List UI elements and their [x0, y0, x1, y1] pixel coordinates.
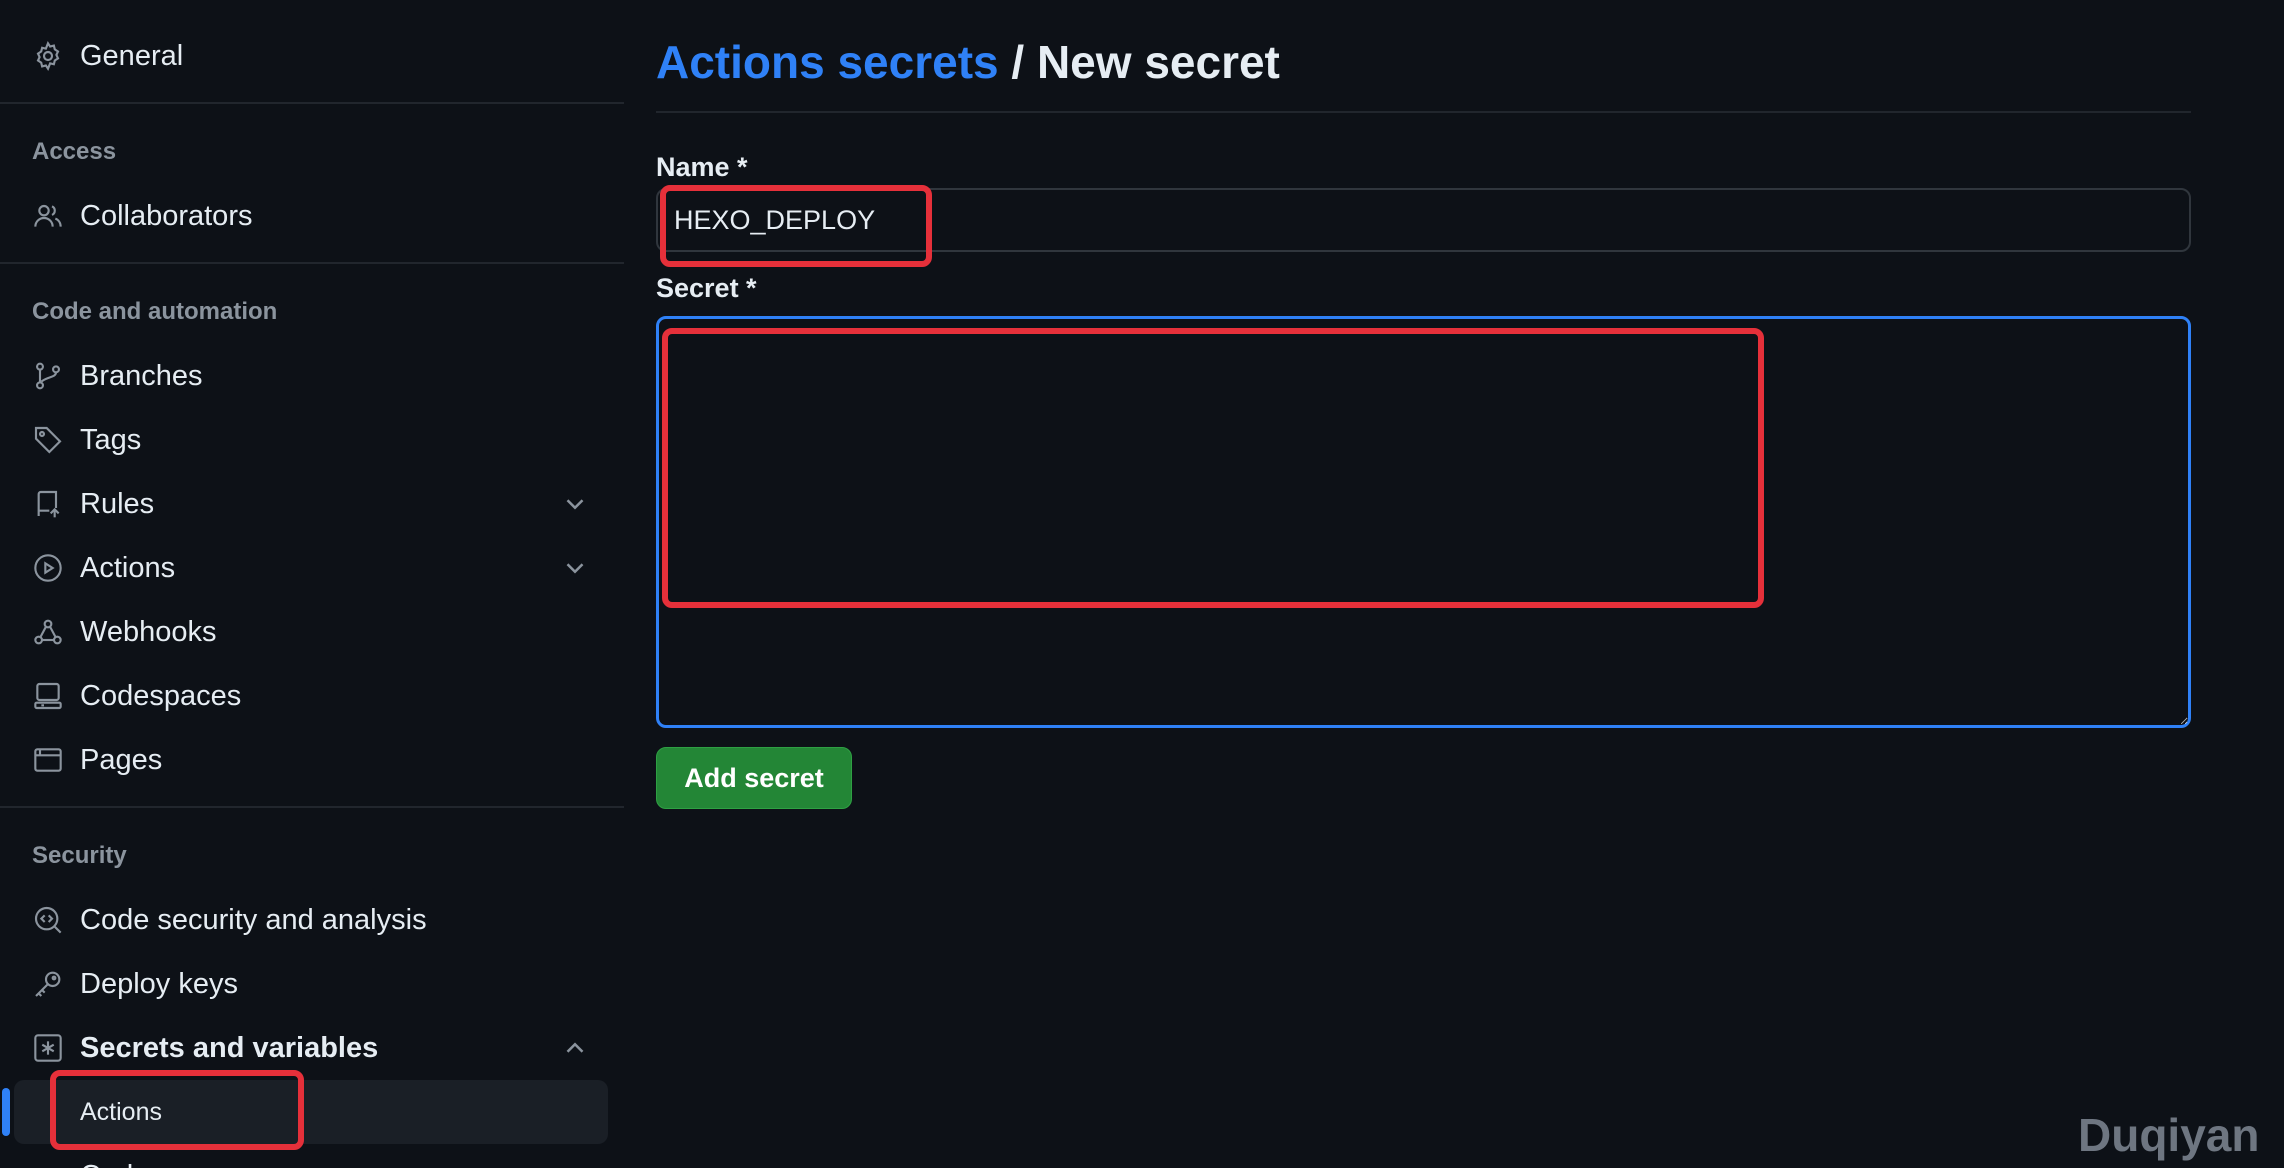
sidebar-item-label: Code security and analysis	[80, 903, 427, 936]
subnav-item-codespaces[interactable]: Codespaces	[80, 1160, 241, 1168]
main-content: Actions secrets / New secret Name * Secr…	[656, 0, 2196, 1168]
repo-push-icon	[31, 487, 65, 521]
sidebar-item-code-security[interactable]: Code security and analysis	[0, 894, 624, 946]
add-secret-button[interactable]: Add secret	[656, 747, 852, 809]
sidebar-item-general[interactable]: General	[0, 30, 624, 82]
sidebar-item-label: Webhooks	[80, 615, 217, 648]
chevron-down-icon[interactable]	[560, 489, 590, 519]
play-circle-icon	[31, 551, 65, 585]
page: General Access Collaborators Code and au…	[0, 0, 2284, 1168]
sidebar-item-deploy-keys[interactable]: Deploy keys	[0, 958, 624, 1010]
sidebar-item-label: Actions	[80, 551, 176, 584]
sidebar-item-label: Tags	[80, 423, 142, 456]
sidebar-divider	[0, 102, 624, 104]
codescan-icon	[31, 903, 65, 937]
gear-icon	[31, 39, 65, 73]
sidebar-item-label: Collaborators	[80, 199, 253, 232]
watermark: Duqiyan	[2078, 1109, 2260, 1161]
settings-sidebar: General Access Collaborators Code and au…	[0, 0, 624, 1168]
page-title: Actions secrets / New secret	[656, 34, 1280, 90]
sidebar-item-webhooks[interactable]: Webhooks	[0, 606, 624, 658]
section-title-code-automation: Code and automation	[32, 298, 278, 325]
breadcrumb-current: New secret	[1036, 36, 1280, 88]
breadcrumb-actions-secrets-link[interactable]: Actions secrets	[656, 36, 999, 88]
sidebar-item-tags[interactable]: Tags	[0, 414, 624, 466]
secret-label: Secret *	[656, 273, 757, 303]
webhook-icon	[31, 615, 65, 649]
sidebar-divider	[0, 262, 624, 264]
browser-icon	[31, 743, 65, 777]
subnav-item-actions[interactable]: Actions	[14, 1080, 608, 1144]
sidebar-item-rules[interactable]: Rules	[0, 478, 624, 530]
sidebar-item-label: Codespaces	[80, 679, 242, 712]
section-title-access: Access	[32, 138, 117, 165]
tag-icon	[31, 423, 65, 457]
chevron-up-icon[interactable]	[560, 1033, 590, 1063]
sidebar-item-label: Secrets and variables	[80, 1031, 379, 1064]
sidebar-item-label: Branches	[80, 359, 203, 392]
subnav-item-label: Actions	[80, 1098, 162, 1126]
sidebar-item-pages[interactable]: Pages	[0, 734, 624, 786]
sidebar-item-label: Deploy keys	[80, 967, 238, 1000]
asterisk-box-icon	[31, 1031, 65, 1065]
sidebar-item-label: General	[80, 39, 184, 72]
sidebar-item-codespaces[interactable]: Codespaces	[0, 670, 624, 722]
title-divider	[656, 111, 2191, 113]
active-indicator	[2, 1088, 10, 1136]
chevron-down-icon[interactable]	[560, 553, 590, 583]
sidebar-item-secrets-variables[interactable]: Secrets and variables	[0, 1022, 624, 1074]
codespaces-icon	[31, 679, 65, 713]
sidebar-item-label: Rules	[80, 487, 155, 520]
breadcrumb-separator: /	[998, 36, 1037, 88]
sidebar-divider	[0, 806, 624, 808]
section-title-security: Security	[32, 842, 127, 869]
secret-textarea[interactable]	[656, 316, 2191, 728]
sidebar-item-collaborators[interactable]: Collaborators	[0, 190, 624, 242]
sidebar-item-branches[interactable]: Branches	[0, 350, 624, 402]
people-icon	[31, 199, 65, 233]
key-icon	[31, 967, 65, 1001]
sidebar-item-actions[interactable]: Actions	[0, 542, 624, 594]
sidebar-item-label: Pages	[80, 743, 163, 776]
git-branch-icon	[31, 359, 65, 393]
name-label: Name *	[656, 152, 748, 182]
name-input[interactable]	[656, 188, 2191, 252]
